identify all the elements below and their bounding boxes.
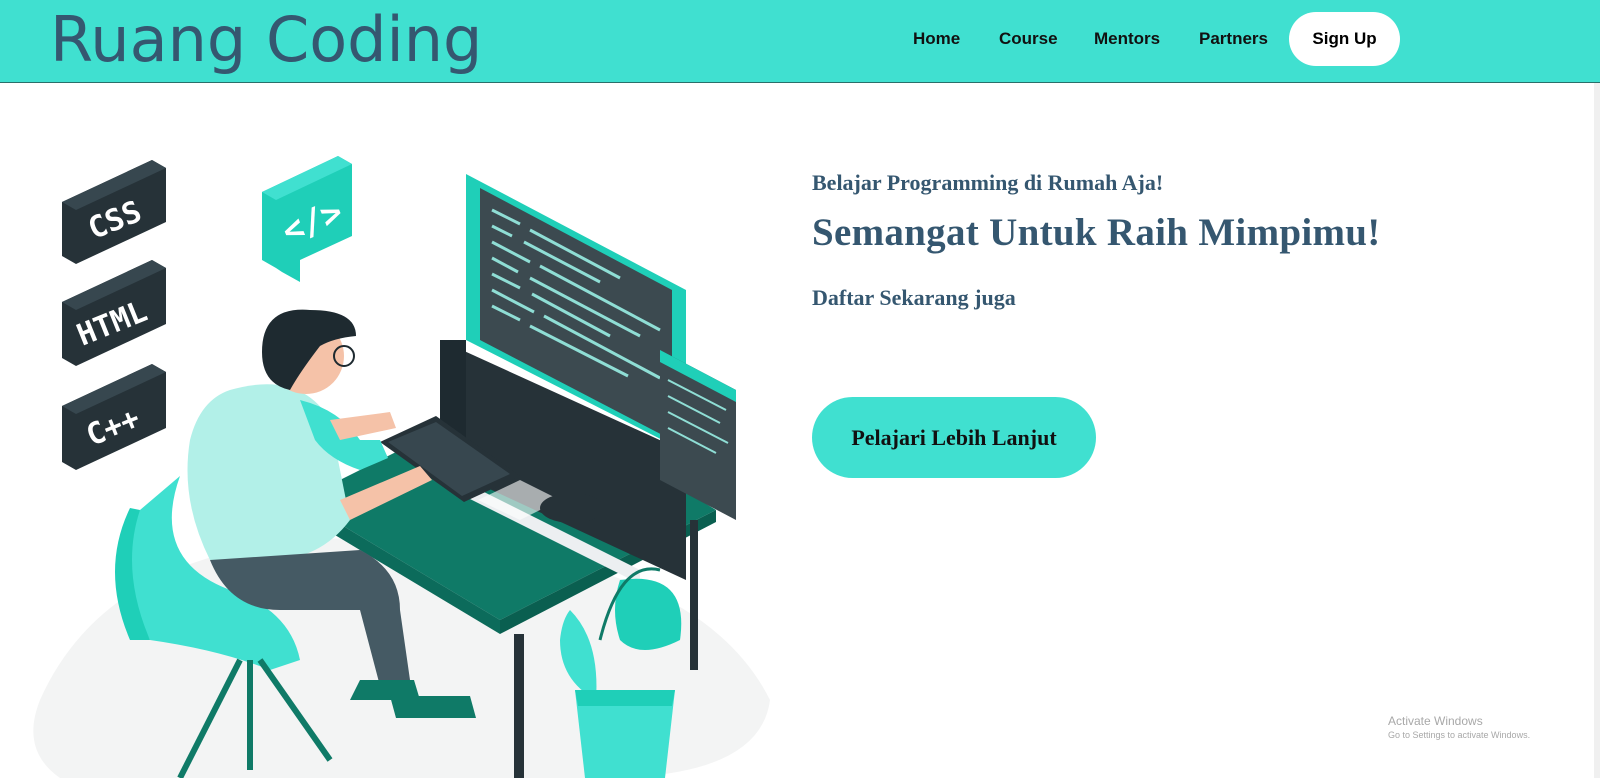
activate-windows-title: Activate Windows	[1388, 714, 1483, 728]
hero-tagline: Daftar Sekarang juga	[812, 285, 1016, 310]
hero-title: Semangat Untuk Raih Mimpimu!	[812, 211, 1381, 254]
programmer-illustration: CSS HTML C++ </>	[33, 156, 771, 778]
signup-button[interactable]: Sign Up	[1289, 12, 1400, 66]
code-bubble: </>	[262, 156, 352, 282]
top-navbar: Ruang Coding Home Course Mentors Partner…	[0, 0, 1600, 83]
css-badge: CSS	[62, 160, 166, 264]
brand-logo-text[interactable]: Ruang Coding	[50, 2, 482, 78]
nav-link-home[interactable]: Home	[913, 26, 960, 52]
nav-link-course[interactable]: Course	[999, 26, 1058, 52]
learn-more-button[interactable]: Pelajari Lebih Lanjut	[812, 397, 1096, 478]
cpp-badge: C++	[62, 364, 166, 470]
nav-link-mentors[interactable]: Mentors	[1094, 26, 1160, 52]
html-badge: HTML	[62, 260, 166, 366]
activate-windows-hint: Go to Settings to activate Windows.	[1388, 730, 1531, 740]
page-scrollbar[interactable]	[1594, 83, 1600, 778]
windows-activation-watermark: Activate Windows Go to Settings to activ…	[1388, 714, 1530, 741]
nav-link-partners[interactable]: Partners	[1199, 26, 1268, 52]
hero-subtitle: Belajar Programming di Rumah Aja!	[812, 170, 1164, 195]
